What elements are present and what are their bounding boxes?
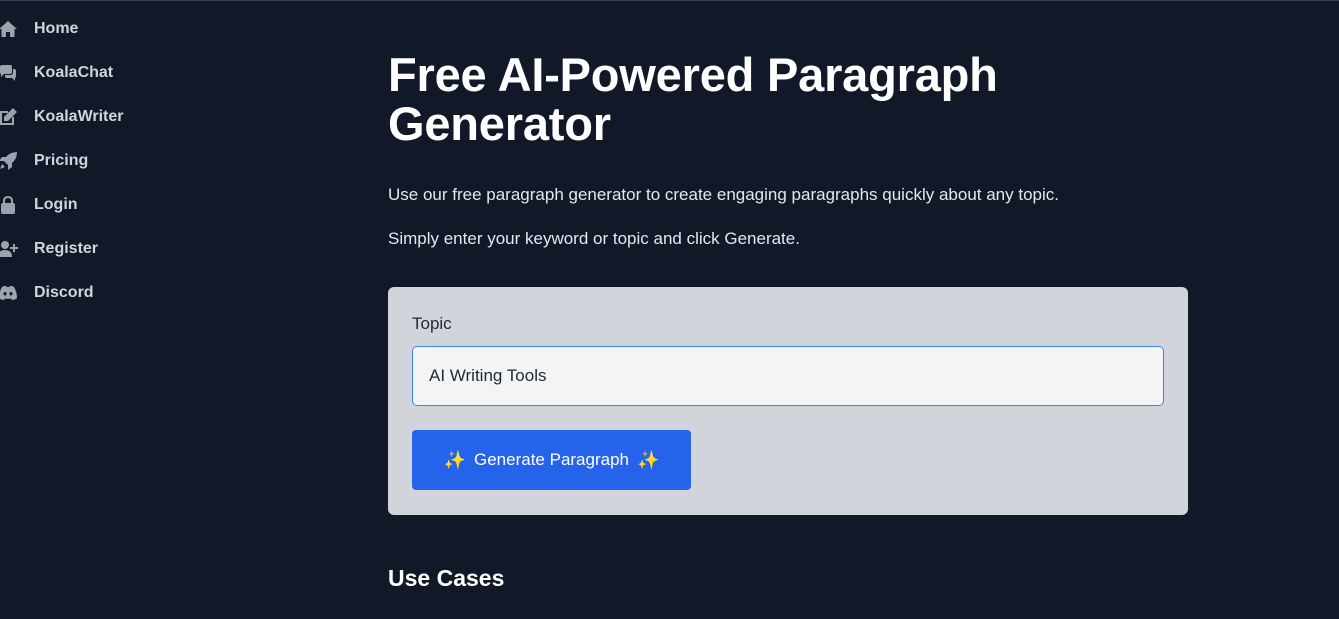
sidebar-item-login[interactable]: Login bbox=[0, 183, 200, 227]
sidebar-item-home[interactable]: Home bbox=[0, 7, 200, 51]
sidebar-item-register[interactable]: Register bbox=[0, 227, 200, 271]
discord-icon bbox=[0, 283, 18, 303]
sparkles-icon: ✨ bbox=[637, 449, 660, 470]
generate-paragraph-button[interactable]: ✨ Generate Paragraph ✨ bbox=[412, 430, 691, 490]
sidebar-item-label: Discord bbox=[34, 284, 94, 301]
sidebar-item-discord[interactable]: Discord bbox=[0, 271, 200, 315]
sidebar-item-label: Home bbox=[34, 20, 79, 37]
rocket-icon bbox=[0, 151, 18, 171]
sidebar-item-pricing[interactable]: Pricing bbox=[0, 139, 200, 183]
sidebar-item-koalachat[interactable]: KoalaChat bbox=[0, 51, 200, 95]
sparkles-icon: ✨ bbox=[443, 449, 466, 470]
use-cases-heading: Use Cases bbox=[388, 565, 505, 591]
sidebar-item-koalawriter[interactable]: KoalaWriter bbox=[0, 95, 200, 139]
sidebar-item-label: Pricing bbox=[34, 152, 89, 169]
page: Home KoalaChat KoalaWriter Pricing Login bbox=[0, 0, 1339, 619]
topic-label: Topic bbox=[412, 314, 452, 333]
chat-icon bbox=[0, 63, 18, 83]
edit-icon bbox=[0, 107, 18, 127]
sidebar-item-label: Login bbox=[34, 196, 78, 213]
user-plus-icon bbox=[0, 239, 18, 259]
topic-input[interactable] bbox=[412, 346, 1164, 406]
sidebar-nav: Home KoalaChat KoalaWriter Pricing Login bbox=[0, 7, 200, 315]
main-content: Free AI-Powered Paragraph Generator Use … bbox=[388, 1, 1188, 592]
lock-icon bbox=[0, 195, 18, 215]
sidebar-item-label: Register bbox=[34, 240, 99, 257]
generate-button-label: Generate Paragraph bbox=[474, 450, 629, 469]
page-description: Use our free paragraph generator to crea… bbox=[388, 185, 1059, 204]
sidebar-item-label: KoalaChat bbox=[34, 64, 114, 81]
sidebar-item-label: KoalaWriter bbox=[34, 108, 124, 125]
page-title: Free AI-Powered Paragraph Generator bbox=[388, 48, 998, 150]
home-icon bbox=[0, 19, 18, 39]
page-instructions: Simply enter your keyword or topic and c… bbox=[388, 229, 800, 248]
generator-form: Topic ✨ Generate Paragraph ✨ bbox=[388, 287, 1188, 515]
